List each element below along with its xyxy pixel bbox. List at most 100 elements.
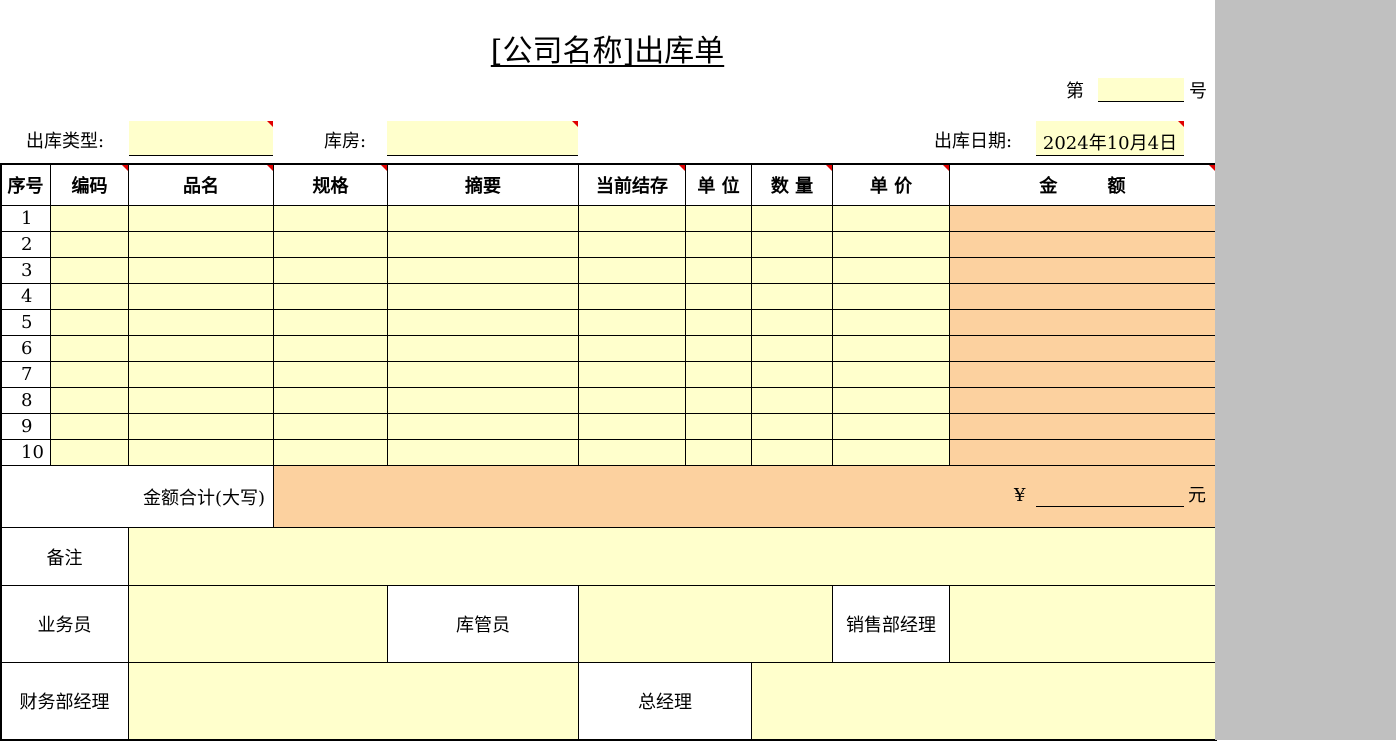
item-cell[interactable] [273,413,388,440]
item-cell[interactable] [50,387,129,414]
item-cell[interactable] [273,309,388,336]
item-cell[interactable] [387,439,579,466]
general-manager-field[interactable] [751,662,1216,740]
item-cell[interactable] [128,257,274,284]
item-cell[interactable] [578,361,686,388]
item-cell[interactable] [50,231,129,258]
warehouse-keeper-field[interactable] [578,585,833,663]
sales-manager-field[interactable] [949,585,1216,663]
item-cell[interactable] [949,335,1216,362]
item-cell[interactable] [578,205,686,232]
item-cell[interactable] [949,283,1216,310]
item-cell[interactable] [50,335,129,362]
item-cell[interactable] [685,413,752,440]
item-cell[interactable] [685,257,752,284]
item-cell[interactable] [50,205,129,232]
item-cell[interactable] [685,335,752,362]
outbound-type-field[interactable] [129,121,273,156]
item-cell[interactable] [751,387,833,414]
item-cell[interactable] [832,439,950,466]
total-amount-cell[interactable]: ¥ 元 [273,465,1216,528]
outbound-date-field[interactable]: 2024年10月4日 [1036,121,1184,156]
item-cell[interactable] [751,309,833,336]
item-cell[interactable] [273,205,388,232]
item-cell[interactable] [949,439,1216,466]
item-cell[interactable] [387,387,579,414]
item-cell[interactable] [273,231,388,258]
item-cell[interactable] [128,205,274,232]
item-cell[interactable] [832,205,950,232]
item-cell[interactable] [751,205,833,232]
item-cell[interactable] [128,231,274,258]
item-cell[interactable] [387,283,579,310]
item-cell[interactable] [578,231,686,258]
item-cell[interactable] [128,387,274,414]
item-cell[interactable] [949,309,1216,336]
item-cell[interactable] [578,413,686,440]
item-cell[interactable] [50,309,129,336]
item-cell[interactable] [832,413,950,440]
item-cell[interactable] [387,231,579,258]
item-cell[interactable] [50,413,129,440]
item-cell[interactable] [751,283,833,310]
document-number-field[interactable] [1098,78,1184,102]
item-cell[interactable] [128,335,274,362]
item-cell[interactable] [273,439,388,466]
item-cell[interactable] [50,283,129,310]
item-cell[interactable] [832,361,950,388]
item-cell[interactable] [949,387,1216,414]
item-cell[interactable] [832,335,950,362]
item-cell[interactable] [751,231,833,258]
item-cell[interactable] [751,361,833,388]
item-cell[interactable] [832,283,950,310]
item-cell[interactable] [50,257,129,284]
item-cell[interactable] [128,309,274,336]
item-cell[interactable] [387,205,579,232]
item-cell[interactable] [578,257,686,284]
item-cell[interactable] [685,361,752,388]
item-cell[interactable] [751,257,833,284]
item-cell[interactable] [273,283,388,310]
item-cell[interactable] [273,361,388,388]
item-cell[interactable] [949,257,1216,284]
item-cell[interactable] [50,361,129,388]
item-cell[interactable] [832,231,950,258]
item-cell[interactable] [685,387,752,414]
item-cell[interactable] [832,309,950,336]
item-cell[interactable] [832,257,950,284]
item-cell[interactable] [578,439,686,466]
item-cell[interactable] [387,413,579,440]
item-cell[interactable] [949,413,1216,440]
item-cell[interactable] [128,439,274,466]
item-cell[interactable] [578,387,686,414]
item-cell[interactable] [949,231,1216,258]
item-cell[interactable] [685,231,752,258]
item-cell[interactable] [50,439,129,466]
item-cell[interactable] [273,335,388,362]
item-cell[interactable] [685,309,752,336]
finance-manager-field[interactable] [128,662,579,740]
total-amount-field[interactable] [1036,484,1184,507]
item-cell[interactable] [832,387,950,414]
item-cell[interactable] [685,439,752,466]
item-cell[interactable] [578,335,686,362]
item-cell[interactable] [128,413,274,440]
remarks-field[interactable] [128,527,1216,586]
item-cell[interactable] [578,283,686,310]
salesperson-field[interactable] [128,585,388,663]
item-cell[interactable] [387,361,579,388]
item-cell[interactable] [273,257,388,284]
item-cell[interactable] [578,309,686,336]
item-cell[interactable] [387,257,579,284]
warehouse-field[interactable] [387,121,578,156]
item-cell[interactable] [949,361,1216,388]
item-cell[interactable] [751,439,833,466]
item-cell[interactable] [685,283,752,310]
item-cell[interactable] [273,387,388,414]
item-cell[interactable] [751,335,833,362]
item-cell[interactable] [949,205,1216,232]
item-cell[interactable] [387,309,579,336]
item-cell[interactable] [128,361,274,388]
item-cell[interactable] [128,283,274,310]
item-cell[interactable] [387,335,579,362]
